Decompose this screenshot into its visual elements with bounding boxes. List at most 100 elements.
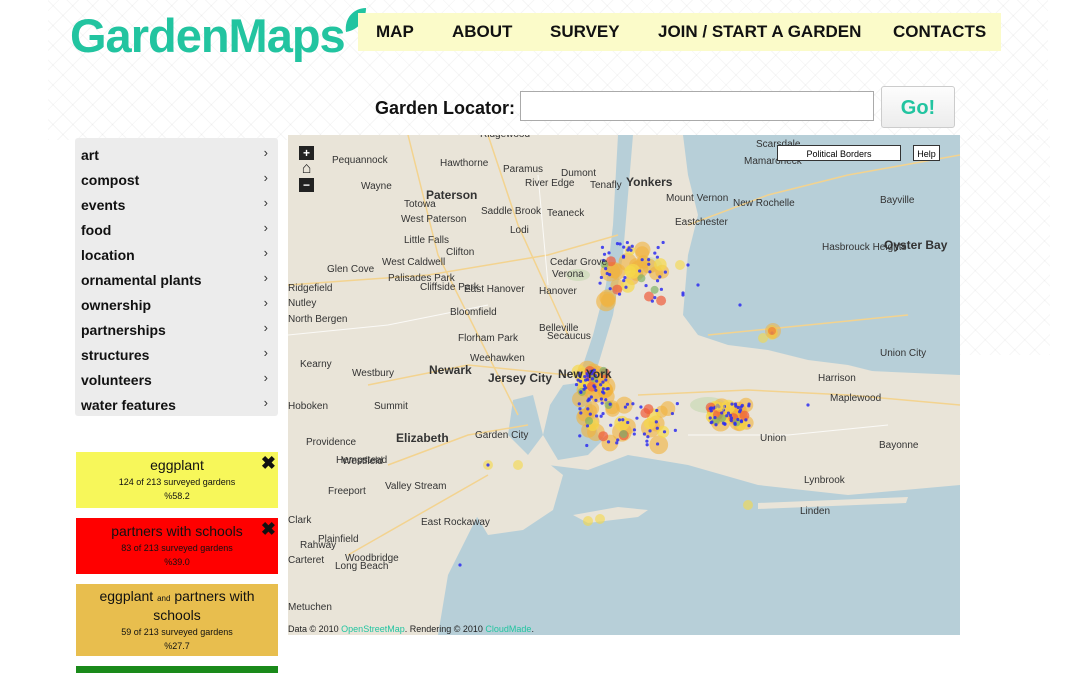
- garden-marker[interactable]: [600, 245, 605, 249]
- garden-marker[interactable]: [600, 293, 615, 308]
- garden-marker[interactable]: [600, 401, 604, 405]
- garden-marker[interactable]: [635, 246, 650, 261]
- garden-marker[interactable]: [708, 416, 712, 420]
- garden-marker[interactable]: [578, 407, 582, 411]
- garden-marker[interactable]: [594, 398, 598, 402]
- garden-marker[interactable]: [582, 384, 587, 388]
- garden-marker[interactable]: [607, 251, 611, 255]
- garden-marker[interactable]: [605, 271, 609, 276]
- garden-marker[interactable]: [661, 240, 665, 245]
- garden-marker[interactable]: [733, 402, 738, 406]
- garden-marker[interactable]: [740, 403, 744, 408]
- garden-marker[interactable]: [630, 244, 634, 248]
- garden-marker[interactable]: [733, 421, 737, 425]
- garden-marker[interactable]: [624, 285, 628, 289]
- garden-marker[interactable]: [606, 387, 610, 391]
- garden-marker[interactable]: [739, 419, 743, 423]
- garden-marker[interactable]: [592, 384, 596, 388]
- garden-marker[interactable]: [653, 258, 667, 271]
- sidebar-item-location[interactable]: location ›: [75, 241, 278, 266]
- garden-marker[interactable]: [737, 410, 742, 414]
- site-logo[interactable]: GardenMaps: [70, 6, 366, 66]
- sidebar-item-volunteers[interactable]: volunteers ›: [75, 366, 278, 391]
- garden-marker[interactable]: [738, 303, 742, 307]
- garden-marker[interactable]: [650, 299, 654, 303]
- nav-map[interactable]: MAP: [376, 22, 414, 42]
- sidebar-item-food[interactable]: food ›: [75, 216, 278, 241]
- garden-marker[interactable]: [639, 405, 643, 409]
- sidebar-item-compost[interactable]: compost ›: [75, 166, 278, 191]
- garden-marker[interactable]: [617, 418, 622, 422]
- garden-marker[interactable]: [601, 411, 605, 416]
- sidebar-item-structures[interactable]: structures ›: [75, 341, 278, 366]
- garden-marker[interactable]: [806, 403, 810, 407]
- garden-marker[interactable]: [585, 443, 589, 448]
- garden-marker[interactable]: [713, 416, 717, 420]
- sidebar-item-ornamental-plants[interactable]: ornamental plants ›: [75, 266, 278, 291]
- garden-marker[interactable]: [736, 417, 740, 422]
- garden-marker[interactable]: [747, 424, 751, 428]
- garden-marker[interactable]: [709, 409, 713, 413]
- garden-marker[interactable]: [598, 281, 602, 285]
- garden-marker[interactable]: [655, 426, 659, 430]
- close-icon[interactable]: ✖: [261, 454, 276, 472]
- garden-marker[interactable]: [606, 440, 611, 444]
- garden-marker[interactable]: [655, 408, 659, 413]
- garden-marker[interactable]: [585, 416, 594, 425]
- garden-marker[interactable]: [622, 245, 626, 249]
- garden-marker[interactable]: [594, 414, 599, 418]
- garden-marker[interactable]: [670, 411, 675, 416]
- nav-contacts[interactable]: CONTACTS: [893, 22, 986, 42]
- garden-marker[interactable]: [579, 411, 583, 415]
- garden-marker[interactable]: [586, 407, 590, 411]
- garden-marker[interactable]: [653, 296, 657, 300]
- garden-marker[interactable]: [626, 420, 630, 425]
- garden-marker[interactable]: [723, 422, 727, 426]
- garden-marker[interactable]: [645, 443, 649, 447]
- garden-marker[interactable]: [658, 275, 662, 279]
- garden-marker[interactable]: [675, 402, 679, 406]
- garden-marker[interactable]: [730, 402, 734, 406]
- home-button[interactable]: ⌂: [299, 161, 314, 177]
- nav-about[interactable]: ABOUT: [452, 22, 512, 42]
- garden-marker[interactable]: [686, 263, 690, 267]
- garden-marker[interactable]: [486, 463, 490, 467]
- garden-marker[interactable]: [648, 270, 652, 274]
- garden-marker[interactable]: [621, 418, 625, 422]
- garden-marker[interactable]: [622, 279, 626, 283]
- zoom-in-button[interactable]: +: [299, 146, 314, 160]
- garden-marker[interactable]: [718, 414, 727, 423]
- garden-marker[interactable]: [577, 402, 581, 406]
- garden-marker[interactable]: [604, 398, 608, 402]
- garden-marker[interactable]: [656, 295, 667, 306]
- nav-survey[interactable]: SURVEY: [550, 22, 620, 42]
- garden-marker[interactable]: [602, 391, 606, 395]
- garden-marker[interactable]: [585, 424, 590, 428]
- political-borders-button[interactable]: Political Borders: [777, 145, 901, 161]
- garden-marker[interactable]: [729, 416, 734, 420]
- garden-marker[interactable]: [599, 275, 603, 280]
- garden-marker[interactable]: [648, 429, 652, 433]
- sidebar-item-events[interactable]: events ›: [75, 191, 278, 216]
- garden-map[interactable]: Paterson Yonkers Oyster Bay Newark Jersey Ci…: [288, 135, 960, 635]
- go-button[interactable]: Go!: [881, 86, 955, 128]
- garden-marker[interactable]: [594, 388, 598, 392]
- garden-marker[interactable]: [673, 428, 677, 432]
- help-button[interactable]: Help: [913, 145, 940, 161]
- garden-marker[interactable]: [599, 414, 603, 418]
- garden-marker[interactable]: [681, 293, 685, 297]
- garden-marker[interactable]: [588, 412, 592, 416]
- garden-marker[interactable]: [586, 399, 590, 403]
- garden-marker[interactable]: [623, 276, 627, 280]
- garden-marker[interactable]: [638, 269, 642, 273]
- garden-marker[interactable]: [631, 402, 635, 406]
- garden-marker[interactable]: [583, 516, 593, 526]
- garden-marker[interactable]: [637, 274, 646, 283]
- garden-marker[interactable]: [599, 383, 603, 387]
- garden-marker[interactable]: [589, 395, 593, 399]
- garden-marker[interactable]: [726, 411, 731, 415]
- garden-marker[interactable]: [608, 287, 612, 291]
- sidebar-item-partnerships[interactable]: partnerships ›: [75, 316, 278, 341]
- garden-marker[interactable]: [625, 402, 630, 406]
- garden-marker[interactable]: [608, 402, 612, 406]
